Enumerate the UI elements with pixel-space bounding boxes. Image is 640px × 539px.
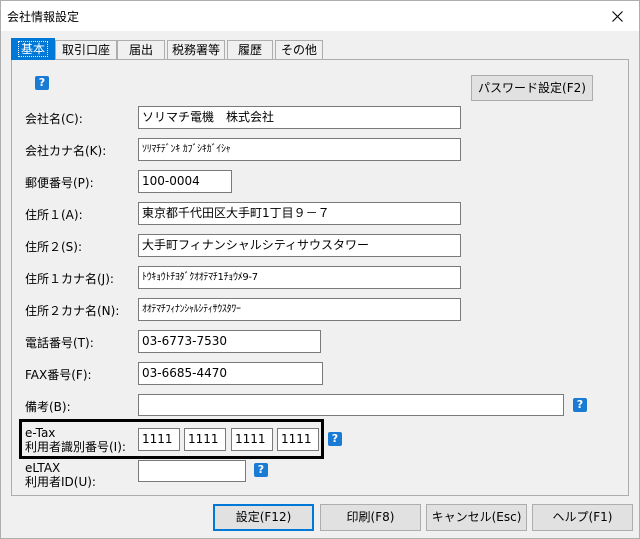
settings-button[interactable]: 設定(F12) bbox=[213, 504, 314, 531]
address1-kana-field[interactable]: ﾄｳｷｮｳﾄﾁﾖﾀﾞｸｵｵﾃﾏﾁ1ﾁｮｳﾒ9-7 bbox=[138, 266, 461, 289]
address2-kana-field[interactable]: ｵｵﾃﾏﾁﾌｨﾅﾝｼｬﾙｼﾃｨｻｳｽﾀﾜｰ bbox=[138, 298, 461, 321]
help-icon[interactable]: ? bbox=[35, 76, 49, 90]
notes-label: 備考(B): bbox=[25, 400, 71, 414]
company-name-field[interactable]: ソリマチ電機 株式会社 bbox=[138, 106, 461, 129]
eltax-label-line2: 利用者ID(U): bbox=[25, 475, 96, 489]
close-button[interactable] bbox=[595, 1, 639, 31]
tab-basic-label: 基本 bbox=[17, 41, 49, 57]
help-button[interactable]: ヘルプ(F1) bbox=[532, 504, 633, 531]
title-bar: 会社情報設定 bbox=[1, 1, 639, 31]
tab-other[interactable]: その他 bbox=[275, 40, 323, 60]
cancel-button[interactable]: キャンセル(Esc) bbox=[426, 504, 527, 531]
password-settings-button[interactable]: パスワード設定(F2) bbox=[471, 75, 593, 101]
tab-basic[interactable]: 基本 bbox=[11, 38, 55, 60]
notes-field[interactable] bbox=[138, 394, 564, 416]
tab-filings[interactable]: 届出 bbox=[117, 40, 165, 60]
phone-field[interactable]: 03-6773-7530 bbox=[138, 330, 321, 353]
etax-id-field-2[interactable]: 1111 bbox=[184, 428, 226, 451]
window-title: 会社情報設定 bbox=[7, 10, 80, 24]
tab-other-label: その他 bbox=[280, 43, 317, 57]
address1-kana-label: 住所１カナ名(J): bbox=[25, 272, 114, 286]
address2-kana-label: 住所２カナ名(N): bbox=[25, 304, 120, 318]
tab-trade-account[interactable]: 取引口座 bbox=[55, 40, 117, 60]
etax-id-field-1[interactable]: 1111 bbox=[138, 428, 180, 451]
eltax-label-line1: eLTAX bbox=[25, 461, 61, 475]
fax-field[interactable]: 03-6685-4470 bbox=[138, 362, 323, 385]
etax-label-line1: e-Tax bbox=[25, 426, 56, 440]
close-icon bbox=[611, 10, 623, 22]
address2-label: 住所２(S): bbox=[25, 240, 83, 254]
tab-history[interactable]: 履歴 bbox=[227, 40, 273, 60]
address1-field[interactable]: 東京都千代田区大手町1丁目９－７ bbox=[138, 202, 461, 225]
etax-help-icon[interactable]: ? bbox=[328, 432, 342, 446]
eltax-id-field[interactable] bbox=[138, 460, 246, 482]
etax-id-field-3[interactable]: 1111 bbox=[231, 428, 273, 451]
eltax-help-icon[interactable]: ? bbox=[254, 463, 268, 477]
fax-label: FAX番号(F): bbox=[25, 368, 92, 382]
print-button[interactable]: 印刷(F8) bbox=[320, 504, 421, 531]
tab-tax-office-label: 税務署等 bbox=[171, 43, 220, 57]
company-name-label: 会社名(C): bbox=[25, 112, 83, 126]
tab-history-label: 履歴 bbox=[237, 43, 262, 57]
tab-trade-account-label: 取引口座 bbox=[61, 43, 110, 57]
address2-field[interactable]: 大手町フィナンシャルシティサウスタワー bbox=[138, 234, 461, 257]
tab-filings-label: 届出 bbox=[128, 43, 153, 57]
etax-label-line2: 利用者識別番号(I): bbox=[25, 440, 126, 454]
company-info-dialog: 会社情報設定 基本 取引口座 届出 税務署等 履歴 その他 ? パスワード設定(… bbox=[0, 0, 640, 539]
phone-label: 電話番号(T): bbox=[25, 336, 94, 350]
company-kana-field[interactable]: ｿﾘﾏﾁﾃﾞﾝｷ ｶﾌﾞｼｷｶﾞｲｼｬ bbox=[138, 138, 461, 161]
company-kana-label: 会社カナ名(K): bbox=[25, 144, 107, 158]
tab-tax-office[interactable]: 税務署等 bbox=[167, 40, 225, 60]
notes-help-icon[interactable]: ? bbox=[573, 398, 587, 412]
address1-label: 住所１(A): bbox=[25, 208, 83, 222]
postal-code-label: 郵便番号(P): bbox=[25, 176, 94, 190]
etax-id-field-4[interactable]: 1111 bbox=[277, 428, 319, 451]
postal-code-field[interactable]: 100-0004 bbox=[138, 170, 232, 193]
